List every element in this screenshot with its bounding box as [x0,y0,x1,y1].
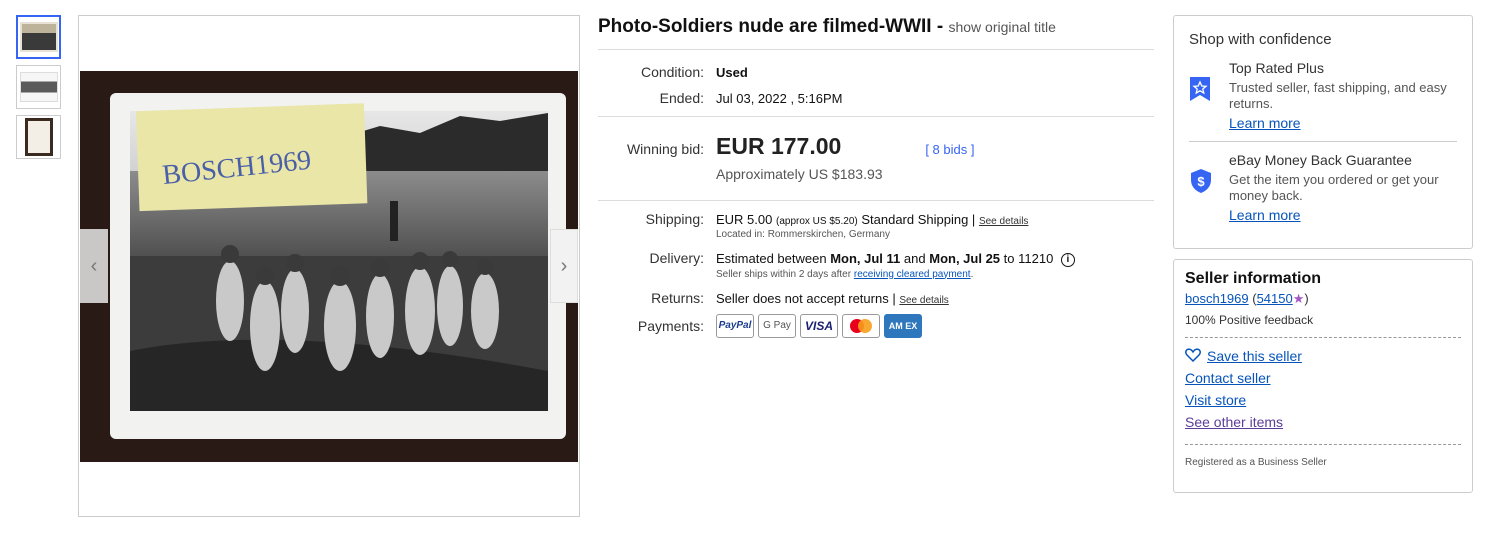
business-seller-note: Registered as a Business Seller [1185,457,1327,468]
condition-section: Condition: Used Ended: Jul 03, 2022 , 5:… [598,64,1154,106]
condition-label: Condition: [640,64,704,80]
thumbnail-2[interactable] [16,65,61,109]
save-seller-link[interactable]: Save this seller [1185,348,1461,364]
google-pay-icon: G Pay [758,313,796,338]
money-back-guarantee: $ eBay Money Back Guarantee Get the item… [1189,141,1457,233]
bid-section: Winning bid: EUR 177.00 [ 8 bids ] Appro… [598,116,1154,200]
shop-with-confidence-panel: Shop with confidence Top Rated Plus Trus… [1173,15,1473,249]
delivery-to-date: Mon, Jul 25 [929,251,1001,266]
mastercard-icon [842,313,880,338]
shipping-label: Shipping: [645,211,704,227]
seller-information-panel: Seller information bosch1969 (54150★) 10… [1173,259,1473,493]
condition-value: Used [716,65,748,80]
feedback-score-link[interactable]: 54150 [1257,291,1293,306]
shipping-price: EUR 5.00 [716,212,773,227]
listing-title: Photo-Soldiers nude are filmed-WWII - sh… [598,15,1154,50]
seller-actions: Save this seller Contact seller Visit st… [1185,338,1461,445]
item-location: Located in: Rommerskirchen, Germany [716,229,890,240]
guarantee-heading: eBay Money Back Guarantee [1229,152,1412,168]
see-other-items-link[interactable]: See other items [1185,414,1461,430]
info-icon[interactable]: i [1060,252,1075,267]
learn-more-link[interactable]: Learn more [1229,207,1301,223]
ended-label: Ended: [659,90,704,106]
delivery-and: and [903,251,926,266]
approx-price: Approximately US $183.93 [716,166,883,182]
seller-name-link[interactable]: bosch1969 [1185,291,1249,306]
thumbnail-image [19,22,58,52]
show-original-title-link[interactable]: show original title [948,19,1055,35]
top-rated-heading: Top Rated Plus [1229,60,1324,76]
delivery-zip[interactable]: to 11210 [1004,251,1054,266]
top-rated-plus: Top Rated Plus Trusted seller, fast ship… [1189,60,1457,141]
heart-icon [1185,348,1201,363]
feedback-star-icon: ★ [1292,291,1305,306]
shipping-see-details-link[interactable]: See details [979,216,1028,227]
next-image-button[interactable]: › [550,229,578,303]
shipping-approx: (approx US $5.20) [776,216,858,227]
save-seller-label: Save this seller [1207,348,1302,364]
delivery-estimate-prefix: Estimated between [716,251,827,266]
confidence-title: Shop with confidence [1189,31,1332,48]
photo-image: BOSCH1969 [80,71,578,462]
ended-value: Jul 03, 2022 , 5:16PM [716,91,843,106]
delivery-from-date: Mon, Jul 11 [830,251,901,266]
winning-bid-amount: EUR 177.00 [716,133,842,159]
chevron-left-icon: ‹ [90,254,98,277]
thumbnail-3[interactable] [16,115,61,159]
cleared-payment-link[interactable]: receiving cleared payment [854,269,971,280]
payment-methods: PayPal G Pay VISA AM EX [716,313,922,338]
paypal-icon: PayPal [716,313,754,338]
payments-label: Payments: [637,317,704,334]
shipping-section: Shipping: EUR 5.00 (approx US $5.20) Sta… [598,200,1154,338]
delivery-label: Delivery: [649,250,704,266]
listing-details: Photo-Soldiers nude are filmed-WWII - sh… [598,15,1154,338]
returns-see-details-link[interactable]: See details [899,295,948,306]
returns-label: Returns: [651,289,704,306]
seller-info-title: Seller information [1185,270,1322,287]
positive-feedback: 100% Positive feedback [1185,313,1461,338]
returns-value: Seller does not accept returns | [716,290,896,306]
thumbnail-strip [16,15,62,165]
money-back-shield-icon: $ [1191,169,1211,193]
chevron-right-icon: › [560,254,568,277]
main-image-viewer: BOSCH1969 ‹ › [78,15,580,517]
guarantee-description: Get the item you ordered or get your mon… [1229,172,1439,203]
visit-store-link[interactable]: Visit store [1185,392,1461,408]
previous-image-button[interactable]: ‹ [80,229,108,303]
main-photo[interactable]: BOSCH1969 [80,71,578,462]
amex-icon: AM EX [884,313,922,338]
top-rated-description: Trusted seller, fast shipping, and easy … [1229,80,1447,111]
thumbnail-image [24,118,53,156]
contact-seller-link[interactable]: Contact seller [1185,370,1461,386]
thumbnail-image [19,72,58,102]
shipping-method: Standard Shipping | [861,212,976,227]
ships-within-text: Seller ships within 2 days after [716,268,852,280]
visa-icon: VISA [800,313,838,338]
winning-bid-label: Winning bid: [626,141,704,157]
top-rated-badge-icon [1190,77,1210,101]
item-title: Photo-Soldiers nude are filmed-WWII - [598,16,944,37]
learn-more-link[interactable]: Learn more [1229,115,1301,131]
bid-history-link[interactable]: [ 8 bids ] [925,142,974,157]
thumbnail-1[interactable] [16,15,61,59]
svg-text:$: $ [1197,174,1205,189]
